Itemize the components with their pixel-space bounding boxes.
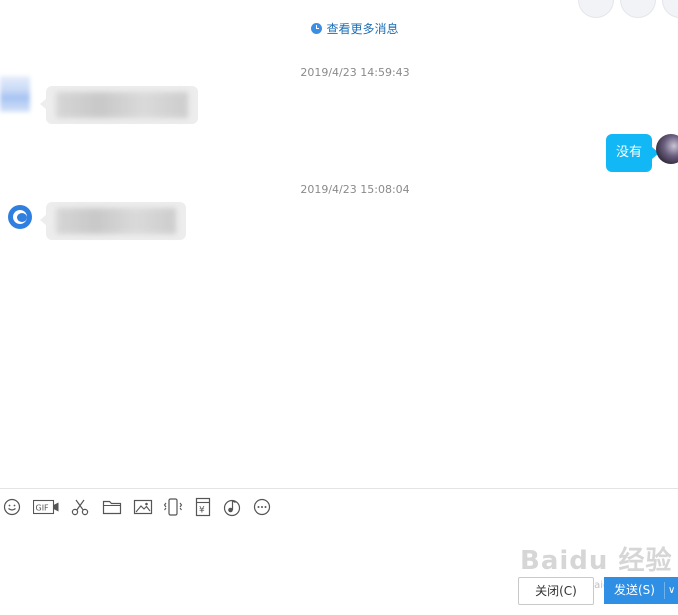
message-timestamp: 2019/4/23 15:08:04	[300, 183, 410, 196]
avatar[interactable]	[0, 76, 30, 112]
incoming-message-bubble[interactable]	[40, 86, 198, 124]
svg-text:¥: ¥	[199, 506, 205, 516]
view-more-messages-link[interactable]: 查看更多消息	[0, 20, 678, 37]
emoji-icon[interactable]	[1, 496, 23, 518]
avatar[interactable]	[8, 205, 32, 229]
close-button[interactable]: 关闭(C)	[518, 577, 594, 605]
send-button-divider	[664, 582, 665, 599]
blurred-message-content	[56, 208, 176, 234]
send-button-label: 发送(S)	[614, 583, 655, 597]
member-avatar[interactable]	[578, 0, 614, 18]
clock-icon	[311, 23, 323, 34]
member-avatar[interactable]	[662, 0, 678, 18]
image-icon[interactable]	[132, 496, 154, 518]
music-icon[interactable]	[221, 496, 243, 518]
send-button[interactable]: 发送(S) ∨	[604, 577, 678, 604]
red-packet-icon[interactable]: ¥	[192, 496, 214, 518]
send-options-chevron-icon[interactable]: ∨	[668, 577, 675, 604]
view-more-messages-label: 查看更多消息	[326, 22, 399, 36]
input-divider	[0, 488, 678, 489]
incoming-message-bubble[interactable]	[40, 202, 186, 240]
blurred-message-content	[56, 92, 188, 118]
watermark-logo: Baidu 经验	[520, 546, 673, 576]
member-avatar[interactable]	[620, 0, 656, 18]
gif-icon[interactable]: GIF	[33, 496, 59, 518]
avatar[interactable]	[656, 134, 678, 164]
folder-icon[interactable]	[101, 496, 123, 518]
gif-label: GIF	[36, 504, 50, 513]
outgoing-message-bubble[interactable]: 没有	[605, 134, 660, 172]
outgoing-message-text: 没有	[615, 145, 642, 160]
scissors-icon[interactable]	[69, 496, 91, 518]
more-icon[interactable]	[251, 496, 273, 518]
shake-icon[interactable]	[162, 496, 184, 518]
message-timestamp: 2019/4/23 14:59:43	[300, 66, 410, 79]
